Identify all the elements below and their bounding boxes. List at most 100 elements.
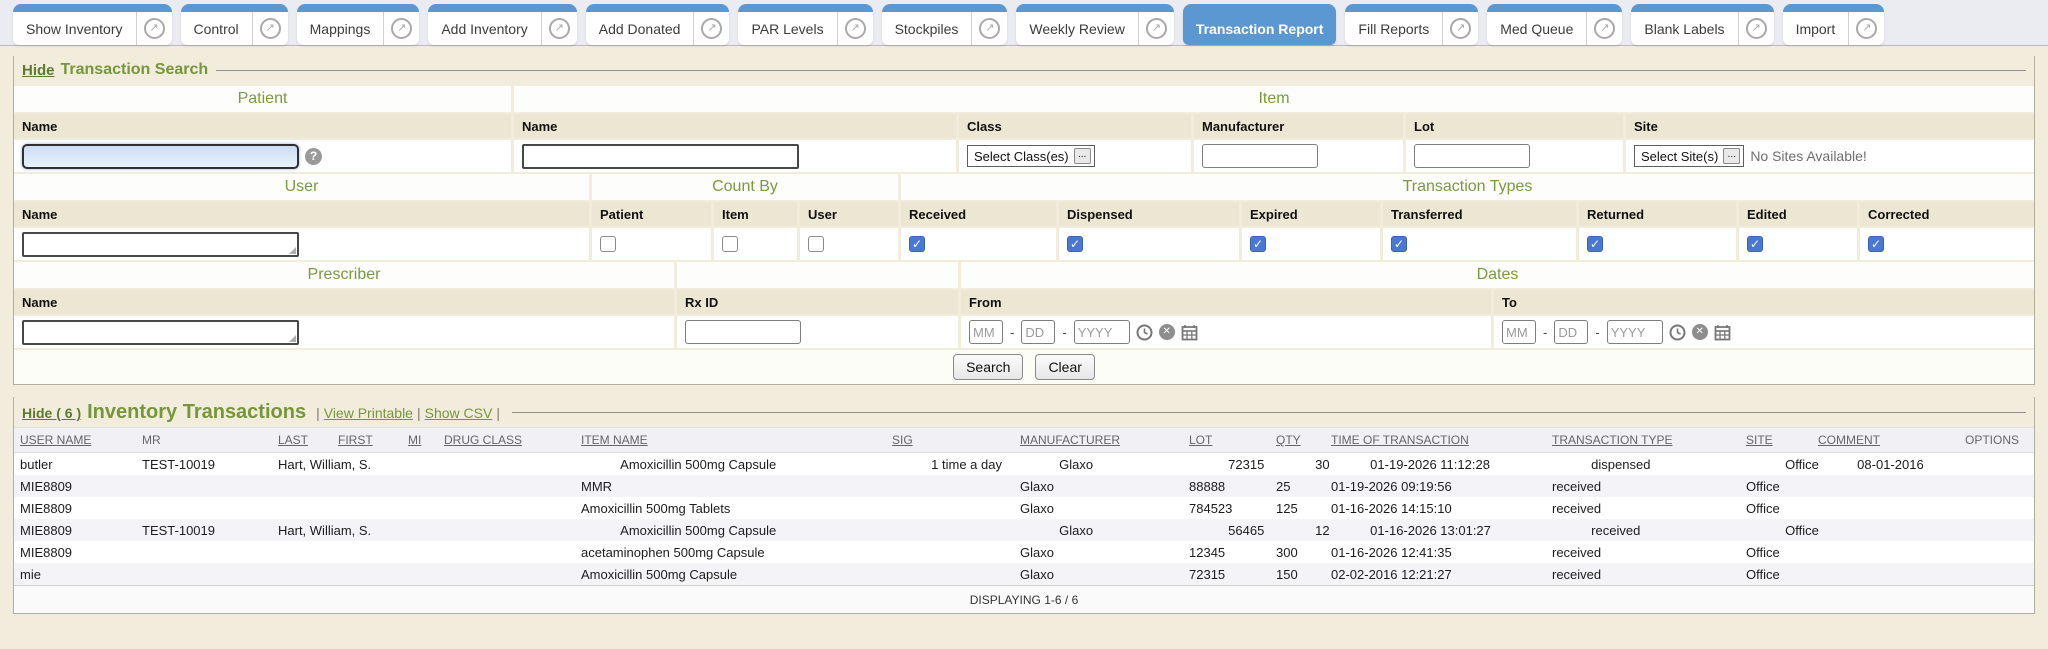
transaction-type-checkbox-edited[interactable]: ✓ [1747, 236, 1763, 252]
column-header-comment[interactable]: COMMENT [1812, 433, 1959, 447]
rx-id-input[interactable] [685, 320, 801, 344]
legend-rule [512, 412, 2026, 413]
help-icon[interactable]: ? [305, 148, 322, 165]
transaction-type-checkbox-expired[interactable]: ✓ [1250, 236, 1266, 252]
column-header-item_name[interactable]: ITEM NAME [575, 433, 886, 447]
column-header-first[interactable]: FIRST [332, 433, 402, 447]
tab-weekly-review[interactable]: Weekly Review↗ [1016, 4, 1173, 45]
tab-import[interactable]: Import↗ [1783, 4, 1885, 45]
clear-date-icon[interactable]: ✕ [1692, 324, 1708, 340]
hide-search-link[interactable]: Hide [22, 62, 55, 79]
count-by-checkbox-patient[interactable] [600, 236, 616, 252]
tab-popout-button[interactable]: ↗ [383, 12, 419, 45]
clock-icon[interactable] [1669, 324, 1686, 341]
column-header-drug_class[interactable]: DRUG CLASS [438, 433, 575, 447]
transaction-type-checkbox-corrected[interactable]: ✓ [1868, 236, 1884, 252]
popout-arrow-icon: ↗ [1146, 18, 1167, 39]
table-row[interactable]: MIE8809TEST-10019Hart, William, S.Amoxic… [14, 519, 2034, 541]
view-printable-link[interactable]: View Printable [324, 405, 413, 421]
tab-popout-button[interactable]: ↗ [693, 12, 729, 45]
patient-name-input[interactable] [22, 144, 299, 169]
transaction-type-checkbox-transferred[interactable]: ✓ [1391, 236, 1407, 252]
tab-body: Weekly Review↗ [1016, 12, 1173, 45]
select-classes-button[interactable]: Select Class(es) ... [967, 145, 1095, 167]
count-by-checkbox-user[interactable] [808, 236, 824, 252]
to-day-input[interactable] [1554, 320, 1588, 344]
tab-blank-labels[interactable]: Blank Labels↗ [1631, 4, 1773, 45]
table-row[interactable]: MIE8809acetaminophen 500mg CapsuleGlaxo1… [14, 541, 2034, 563]
transaction-type-checkbox-returned[interactable]: ✓ [1587, 236, 1603, 252]
tab-popout-button[interactable]: ↗ [837, 12, 873, 45]
column-header-transaction_type[interactable]: TRANSACTION TYPE [1546, 433, 1740, 447]
select-sites-button[interactable]: Select Site(s) ... [1634, 145, 1744, 167]
ellipsis-button[interactable]: ... [1723, 148, 1740, 164]
column-header-qty[interactable]: QTY [1270, 433, 1325, 447]
column-header-manufacturer[interactable]: MANUFACTURER [1014, 433, 1183, 447]
tab-med-queue[interactable]: Med Queue↗ [1487, 4, 1622, 45]
tab-popout-button[interactable]: ↗ [1138, 12, 1174, 45]
tab-mappings[interactable]: Mappings↗ [297, 4, 420, 45]
popout-arrow-icon: ↗ [391, 18, 412, 39]
hide-transactions-link[interactable]: Hide ( 6 ) [22, 405, 81, 421]
column-header-lot[interactable]: LOT [1183, 433, 1270, 447]
tab-transaction-report[interactable]: Transaction Report [1183, 4, 1337, 45]
column-header-mi[interactable]: MI [402, 433, 438, 447]
column-header-sig[interactable]: SIG [886, 433, 1014, 447]
tab-popout-button[interactable]: ↗ [541, 12, 577, 45]
column-header-time_of_transaction[interactable]: TIME OF TRANSACTION [1325, 433, 1546, 447]
transaction-type-checkbox-dispensed[interactable]: ✓ [1067, 236, 1083, 252]
tab-popout-button[interactable]: ↗ [252, 12, 288, 45]
clear-button[interactable]: Clear [1035, 354, 1094, 380]
user-name-input[interactable] [22, 232, 299, 257]
from-year-input[interactable] [1074, 320, 1130, 344]
tab-show-inventory[interactable]: Show Inventory↗ [13, 4, 172, 45]
prescriber-name-input[interactable] [22, 320, 299, 345]
ellipsis-button[interactable]: ... [1074, 148, 1091, 164]
show-csv-link[interactable]: Show CSV [425, 405, 493, 421]
tab-fill-reports[interactable]: Fill Reports↗ [1345, 4, 1478, 45]
manufacturer-input[interactable] [1202, 144, 1318, 168]
to-year-input[interactable] [1607, 320, 1663, 344]
cell-user_name: MIE8809 [14, 545, 136, 560]
table-row[interactable]: MIE8809MMRGlaxo888882501-19-2026 09:19:5… [14, 475, 2034, 497]
table-row[interactable]: MIE8809Amoxicillin 500mg TabletsGlaxo784… [14, 497, 2034, 519]
tab-popout-button[interactable]: ↗ [1586, 12, 1622, 45]
column-header-site[interactable]: SITE [1740, 433, 1812, 447]
resize-grip[interactable] [289, 247, 296, 254]
clear-date-icon[interactable]: ✕ [1159, 324, 1175, 340]
clock-icon[interactable] [1136, 324, 1153, 341]
tab-accent-cap [1631, 4, 1773, 12]
transaction-type-checkbox-received[interactable]: ✓ [909, 236, 925, 252]
tab-add-donated[interactable]: Add Donated↗ [586, 4, 730, 45]
tab-stockpiles[interactable]: Stockpiles↗ [882, 4, 1008, 45]
column-header-last[interactable]: LAST [272, 433, 332, 447]
from-month-input[interactable] [969, 320, 1003, 344]
count-by-checkbox-item[interactable] [722, 236, 738, 252]
tab-body: Med Queue↗ [1487, 12, 1622, 45]
item-name-input[interactable] [522, 144, 799, 169]
table-row[interactable]: mieAmoxicillin 500mg CapsuleGlaxo7231515… [14, 563, 2034, 585]
cell-lot: 72315 [1183, 567, 1270, 582]
lot-input[interactable] [1414, 144, 1530, 168]
cell-manufacturer: Glaxo [1053, 457, 1222, 472]
tab-par-levels[interactable]: PAR Levels↗ [738, 4, 872, 45]
tab-popout-button[interactable]: ↗ [1442, 12, 1478, 45]
tab-popout-button[interactable]: ↗ [136, 12, 172, 45]
tab-control[interactable]: Control↗ [181, 4, 288, 45]
select-classes-label: Select Class(es) [974, 149, 1069, 164]
search-button[interactable]: Search [953, 354, 1023, 380]
calendar-icon[interactable] [1181, 324, 1198, 341]
tab-popout-button[interactable]: ↗ [1848, 12, 1884, 45]
tab-accent-cap [1345, 4, 1478, 12]
to-month-input[interactable] [1502, 320, 1536, 344]
tab-popout-button[interactable]: ↗ [1738, 12, 1774, 45]
tab-popout-button[interactable]: ↗ [971, 12, 1007, 45]
table-row[interactable]: butlerTEST-10019Hart, William, S.Amoxici… [14, 453, 2034, 475]
calendar-icon[interactable] [1714, 324, 1731, 341]
cell-transaction_type: received [1546, 545, 1740, 560]
tab-label: Fill Reports [1345, 21, 1442, 37]
column-header-user_name[interactable]: USER NAME [14, 433, 136, 447]
resize-grip[interactable] [289, 335, 296, 342]
tab-add-inventory[interactable]: Add Inventory↗ [428, 4, 576, 45]
from-day-input[interactable] [1021, 320, 1055, 344]
